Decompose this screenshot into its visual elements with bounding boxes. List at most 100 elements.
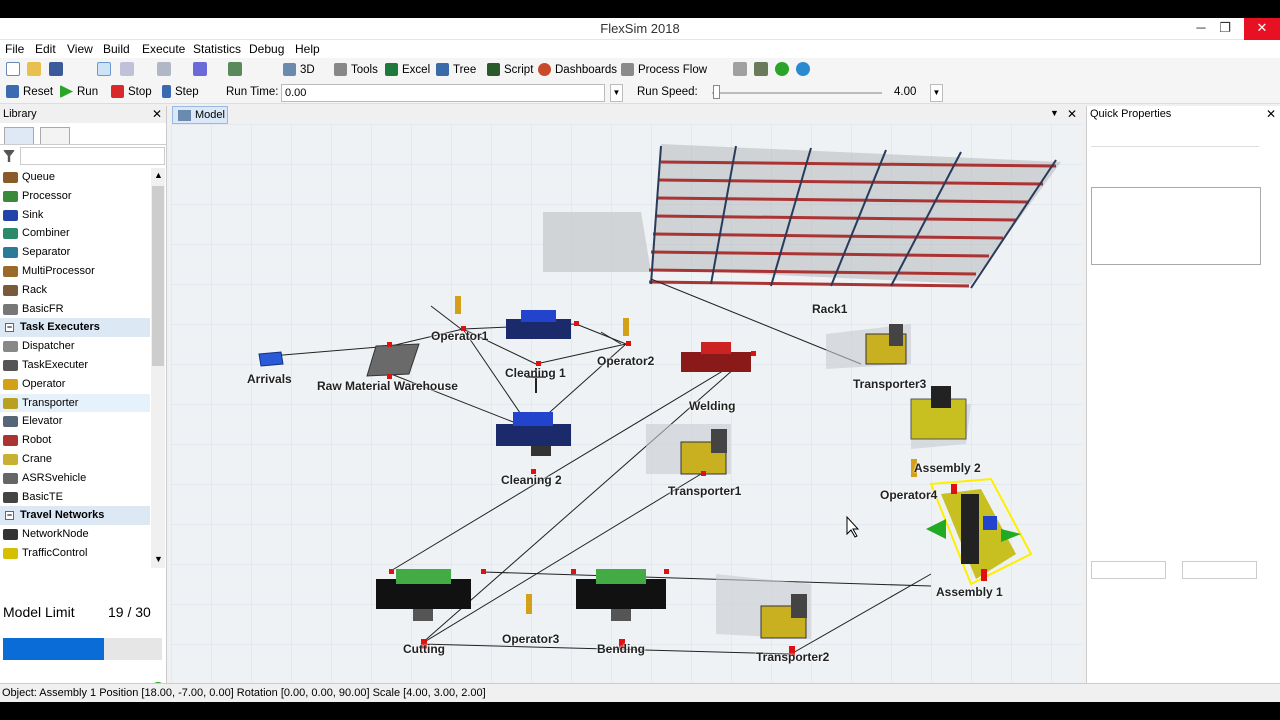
quick-properties-panel: Quick Properties ✕ — [1086, 106, 1280, 700]
library-item-asrsvehicle[interactable]: ASRSvehicle — [0, 469, 150, 488]
library-item-robot[interactable]: Robot — [0, 431, 150, 450]
tab-model[interactable]: Model — [172, 106, 228, 124]
library-item-processor[interactable]: Processor — [0, 187, 150, 206]
quick-properties-field-left[interactable] — [1091, 561, 1166, 579]
menu-file[interactable]: File — [5, 42, 24, 56]
label-rack1: Rack1 — [812, 302, 848, 316]
library-item-trafficcontrol[interactable]: TrafficControl — [0, 544, 150, 563]
collapse-icon[interactable]: − — [5, 323, 14, 333]
label-bending: Bending — [597, 642, 645, 656]
reset-button[interactable]: Reset — [6, 83, 53, 100]
3d-button[interactable]: 3D — [283, 61, 315, 78]
library-scroll-thumb[interactable] — [152, 186, 164, 366]
model-3d-view[interactable]: Rack1 Arrivals Raw Material Warehouse Op… — [171, 124, 1082, 699]
library-item-rack[interactable]: Rack — [0, 281, 150, 300]
tree-button[interactable]: Tree — [436, 61, 476, 78]
dashboards-button[interactable]: Dashboards — [538, 61, 617, 78]
title-bar: FlexSim 2018 ─ ❐ ✕ — [0, 18, 1280, 40]
library-tab-shapes[interactable] — [40, 127, 70, 144]
run-speed-dropdown[interactable]: ▼ — [930, 84, 943, 102]
library-item-queue[interactable]: Queue — [0, 168, 150, 187]
tab-list-dropdown-icon[interactable]: ▼ — [1050, 108, 1059, 118]
library-item-label: Sink — [22, 208, 44, 221]
transporter2-object[interactable] — [716, 574, 811, 639]
library-scrollbar[interactable]: ▲ ▼ — [151, 168, 165, 568]
library-item-label: Separator — [22, 246, 71, 259]
library-item-dispatcher[interactable]: Dispatcher — [0, 337, 150, 356]
menu-build[interactable]: Build — [103, 42, 130, 56]
library-category-task-executers[interactable]: − Task Executers — [0, 318, 150, 338]
arrivals-object[interactable] — [258, 351, 284, 367]
play-icon — [60, 85, 73, 98]
globe-icon[interactable] — [796, 62, 810, 76]
restore-button[interactable]: ❐ — [1210, 18, 1240, 40]
help-circle-icon[interactable] — [775, 62, 789, 76]
collapse-icon[interactable]: − — [5, 511, 14, 521]
library-item-crane[interactable]: Crane — [0, 450, 150, 469]
run-time-input[interactable]: 0.00 — [281, 84, 605, 102]
shape-icon[interactable] — [193, 62, 207, 76]
transporter-icon — [3, 397, 18, 409]
basicfr-icon — [3, 303, 18, 315]
stop-button[interactable]: Stop — [111, 83, 152, 100]
select-pointer-icon[interactable] — [97, 62, 111, 76]
library-close-icon[interactable]: ✕ — [152, 107, 162, 121]
library-tab-objects[interactable] — [4, 127, 34, 144]
connect-objects-icon[interactable] — [120, 62, 134, 76]
library-item-multiprocessor[interactable]: MultiProcessor — [0, 262, 150, 281]
library-item-elevator[interactable]: Elevator — [0, 412, 150, 431]
menu-debug[interactable]: Debug — [249, 42, 284, 56]
menu-edit[interactable]: Edit — [35, 42, 56, 56]
library-item-separator[interactable]: Separator — [0, 243, 150, 262]
library-tabs — [0, 125, 166, 145]
panel-icon[interactable] — [754, 62, 768, 76]
library-item-networknode[interactable]: NetworkNode — [0, 525, 150, 544]
library-item-taskexecuter[interactable]: TaskExecuter — [0, 356, 150, 375]
menu-execute[interactable]: Execute — [142, 42, 185, 56]
group-select-icon[interactable] — [157, 62, 171, 76]
library-category-travel-networks[interactable]: − Travel Networks — [0, 506, 150, 526]
run-time-dropdown[interactable]: ▼ — [610, 84, 623, 102]
menu-statistics[interactable]: Statistics — [193, 42, 241, 56]
layout-icon[interactable] — [733, 62, 747, 76]
library-item-sink[interactable]: Sink — [0, 206, 150, 225]
sink-icon — [3, 209, 18, 221]
stop-icon — [111, 85, 124, 98]
quick-properties-close-icon[interactable]: ✕ — [1266, 107, 1276, 121]
queue-icon — [3, 172, 18, 183]
model-limit-count: 19 / 30 — [108, 604, 151, 620]
library-item-label: Crane — [22, 452, 52, 465]
script-button[interactable]: Script — [487, 61, 533, 78]
scroll-up-icon[interactable]: ▲ — [154, 170, 163, 180]
run-speed-value: 4.00 — [894, 85, 917, 98]
open-folder-icon[interactable] — [27, 62, 41, 76]
menu-view[interactable]: View — [67, 42, 93, 56]
step-button[interactable]: Step — [162, 83, 199, 100]
transporter1-object[interactable] — [646, 424, 731, 475]
library-item-operator[interactable]: Operator — [0, 375, 150, 394]
library-item-basicfr[interactable]: BasicFR — [0, 300, 150, 319]
robot-icon — [3, 435, 18, 447]
save-icon[interactable] — [49, 62, 63, 76]
tools-button[interactable]: Tools — [334, 61, 378, 78]
menu-help[interactable]: Help — [295, 42, 320, 56]
operator-icon — [3, 378, 18, 390]
quick-properties-content-box[interactable] — [1091, 187, 1261, 265]
library-item-transporter[interactable]: Transporter — [0, 393, 150, 413]
run-button[interactable]: Run — [60, 83, 98, 100]
new-model-icon[interactable] — [6, 62, 20, 76]
process-flow-button[interactable]: Process Flow — [621, 61, 707, 78]
model-close-icon[interactable]: ✕ — [1067, 107, 1077, 121]
close-button[interactable]: ✕ — [1244, 18, 1280, 40]
run-speed-slider[interactable] — [712, 92, 882, 94]
excel-button[interactable]: Excel — [385, 61, 430, 78]
library-filter-input[interactable] — [20, 147, 165, 165]
tree-icon — [436, 63, 449, 76]
library-item-combiner[interactable]: Combiner — [0, 224, 150, 243]
scroll-down-icon[interactable]: ▼ — [154, 554, 163, 564]
quick-properties-field-right[interactable] — [1182, 561, 1257, 579]
library-item-basicte[interactable]: BasicTE — [0, 488, 150, 507]
run-speed-slider-thumb[interactable] — [713, 85, 720, 99]
view-options-icon[interactable] — [228, 62, 242, 76]
library-item-label: TrafficControl — [22, 546, 88, 559]
